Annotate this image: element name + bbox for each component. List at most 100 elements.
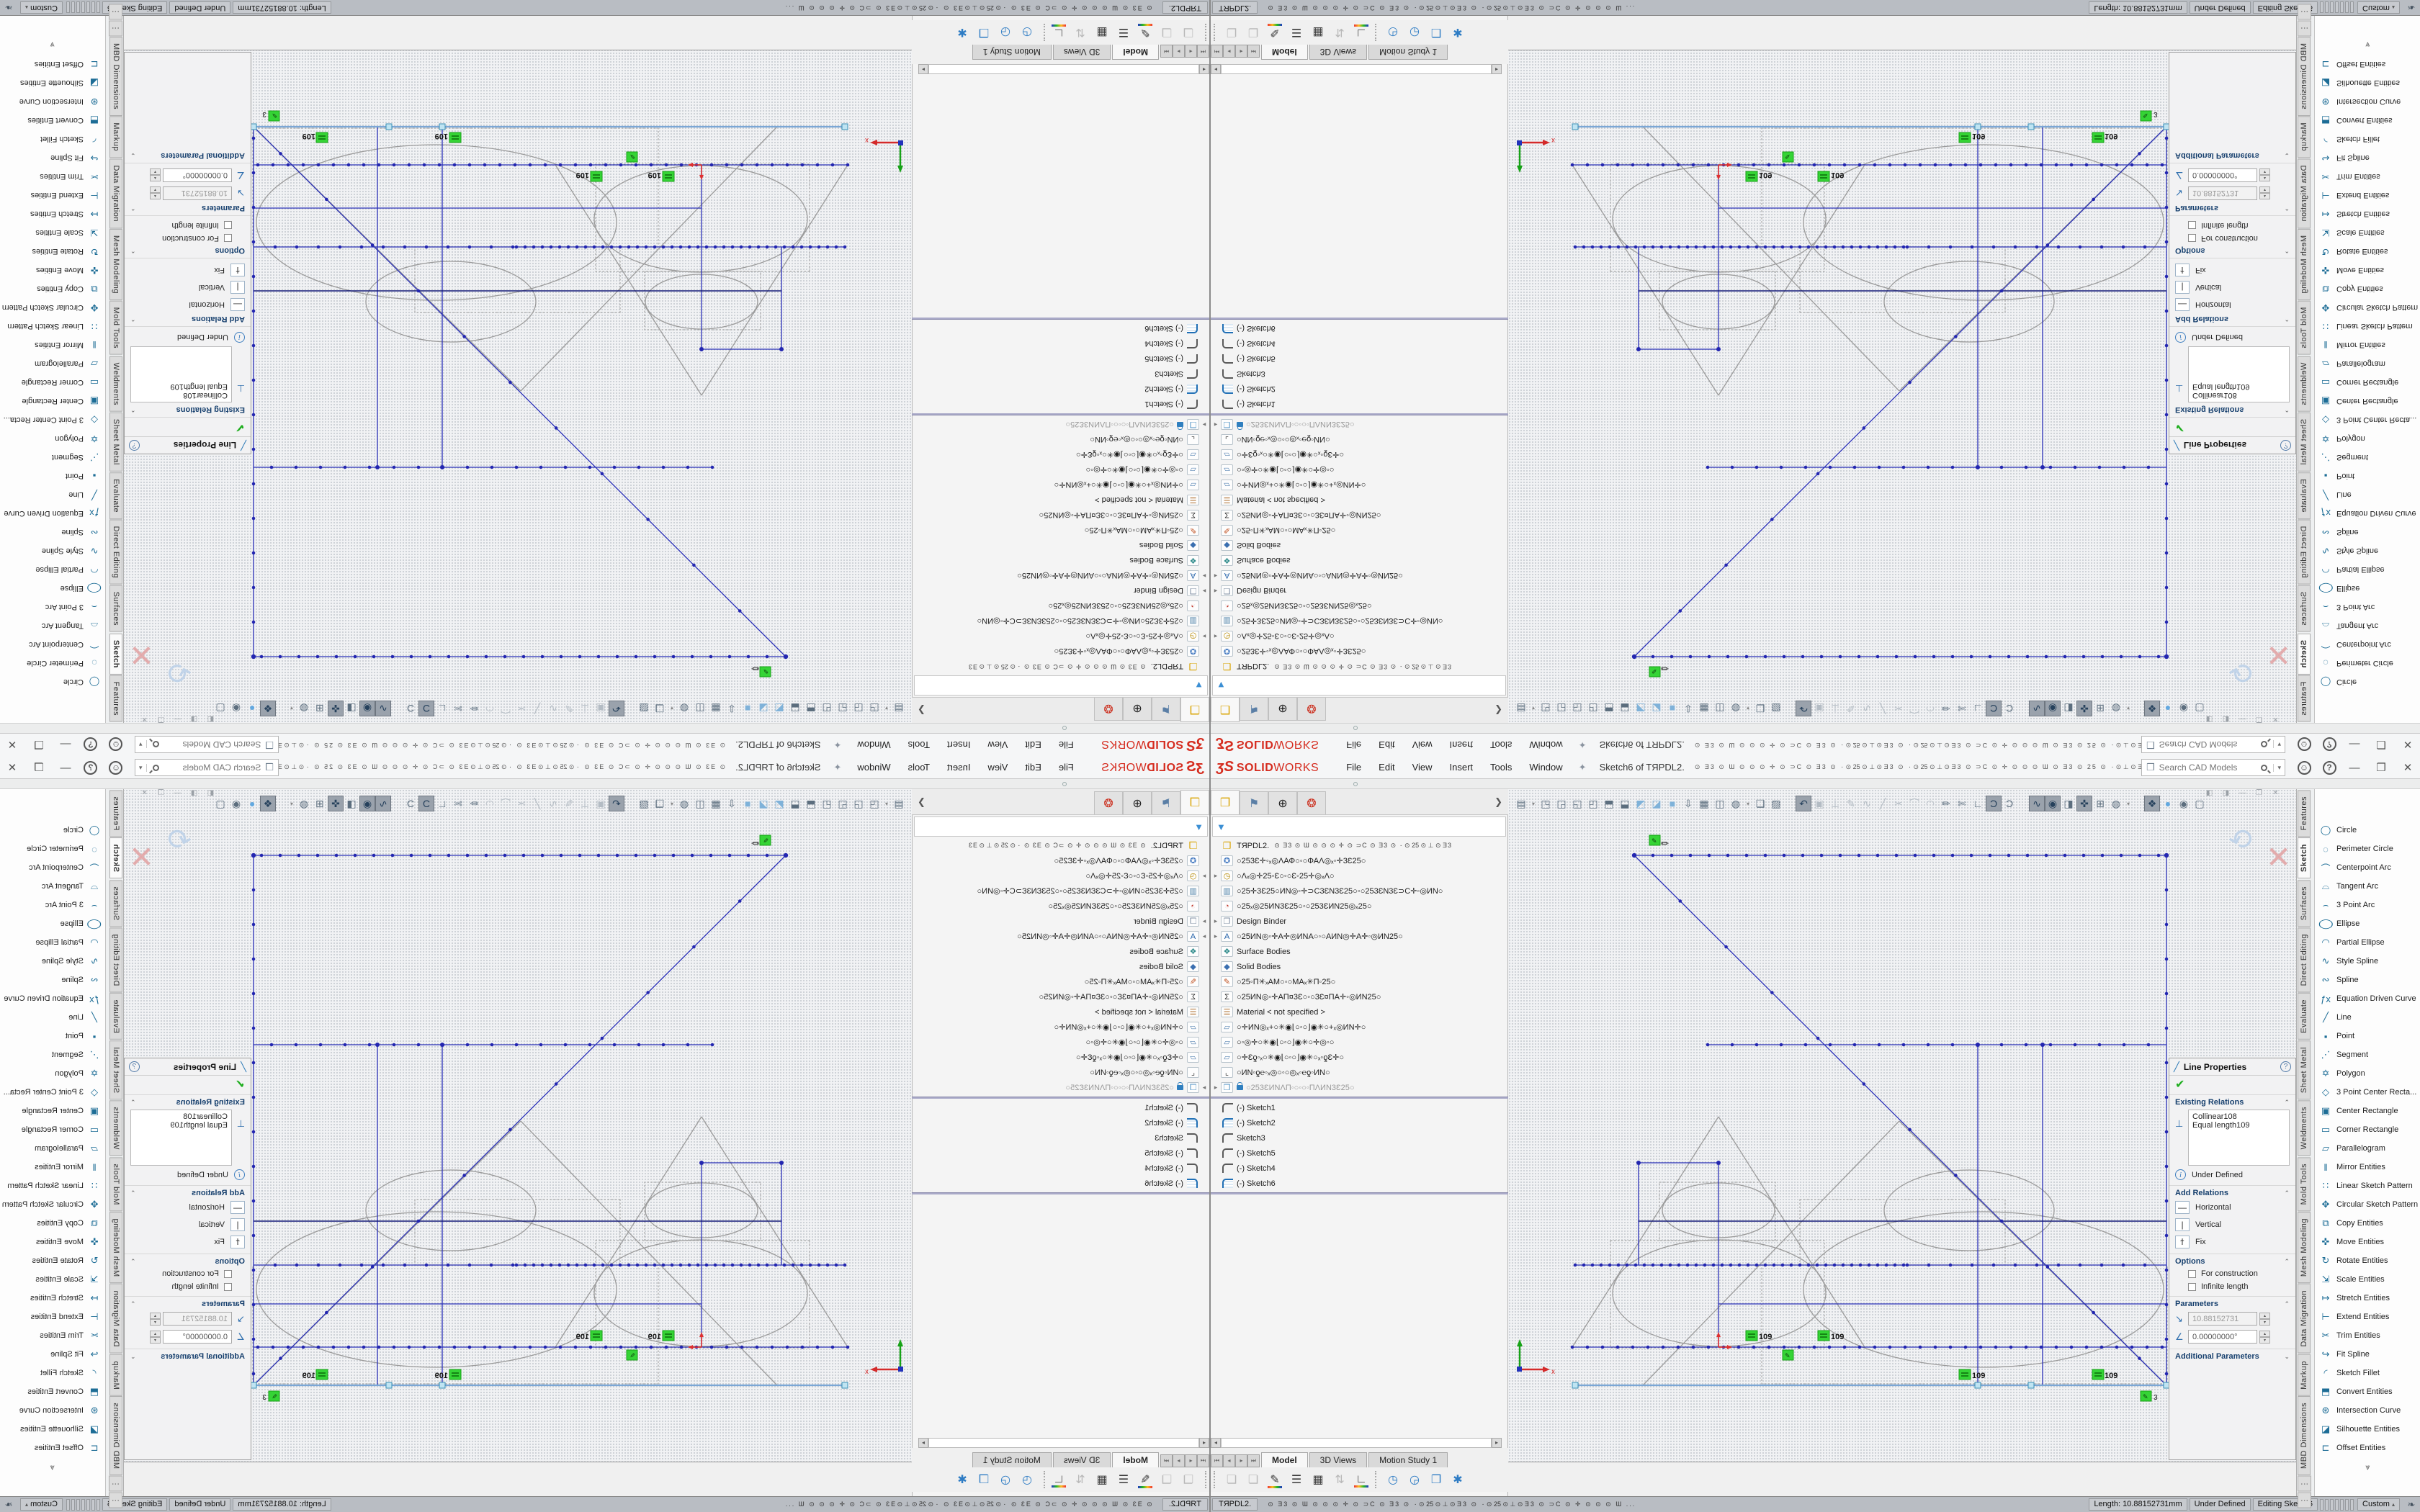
fix-relation-button[interactable]: ϯFix — [2169, 1233, 2295, 1251]
tool-offset-entities[interactable]: ⊏Offset Entities — [0, 55, 105, 73]
sketch-pencil-icon[interactable]: ✏ — [1938, 796, 1954, 811]
equal-relation-badge[interactable]: 109 — [2092, 132, 2118, 143]
next-doc-icon[interactable]: ◨ — [2218, 789, 2234, 799]
scissors-icon[interactable]: ✄ — [450, 701, 466, 716]
equal-relation-badge[interactable]: 109 — [648, 1331, 674, 1341]
corner-step-icon[interactable]: ∟ — [1048, 1473, 1070, 1486]
point-eye-icon[interactable]: ◉ — [359, 701, 375, 716]
shadow-tree-icon[interactable]: ◍ — [296, 701, 312, 716]
pencil-badge-with-count[interactable]: ✎ 3 — [2141, 1391, 2158, 1402]
tool-tangent-arc[interactable]: ⌓Tangent Arc — [0, 616, 105, 635]
shadow-tree-icon[interactable]: ◍ — [296, 796, 312, 811]
tool-trim-entities[interactable]: ✂Trim Entities — [0, 1326, 105, 1345]
equal-relation-badge[interactable]: 109 — [1818, 1331, 1844, 1341]
gray-ball-icon[interactable]: ◉ — [2176, 701, 2192, 716]
tree-item-origin[interactable]: ⌞○ИN◦ƍ℮◦ₓ◎○◦○◎ₓ◦℮ƍ◦ИN○ — [1211, 1065, 1508, 1080]
tab-features[interactable]: Features — [109, 790, 122, 837]
angle-param[interactable]: ∠0.00000000°▴▾ — [2169, 166, 2295, 184]
relation-badges[interactable]: 109 109 109 — [262, 835, 771, 1402]
tool-offset-entities[interactable]: ⊏Offset Entities — [2315, 55, 2420, 73]
tree-item-origin[interactable]: ⌞○ИN◦ƍ℮◦ₓ◎○◦○◎ₓ◦℮ƍ◦ИN○ — [912, 1065, 1209, 1080]
view-cube-3-icon[interactable]: ◱ — [835, 796, 851, 811]
zebra-icon[interactable]: ▨ — [636, 796, 652, 811]
menu-item-window[interactable]: Window — [1520, 759, 1571, 775]
search-dropdown-icon[interactable]: ▾ — [2273, 741, 2285, 749]
tree-item-locked-folder[interactable]: ▸❒○253ƐИNɅΠ◦○◦○◦ΠɅИN3Ɛ25○ — [1211, 1080, 1508, 1095]
sketch-c-icon[interactable]: Ɔ — [418, 796, 434, 811]
tool-extend-entities[interactable]: ⊢Extend Entities — [0, 1308, 105, 1326]
sketch-c-icon[interactable]: Ɔ — [1986, 796, 2002, 811]
tool-polygon[interactable]: ✡Polygon — [0, 1064, 105, 1083]
tool-3-point-arc[interactable]: ⌢3 Point Arc — [2315, 598, 2420, 616]
tree-item-history[interactable]: ✪○253Ɛ✛◦ₓ◎ɅΑΦ○◦○ΦΑɅ◎ₓ◦✛3Ɛ25○ — [1211, 644, 1508, 659]
tool-center-rectangle[interactable]: ▣Center Rectangle — [2315, 1102, 2420, 1120]
scissors-icon[interactable]: ✄ — [450, 796, 466, 811]
play-doc-icon[interactable]: ▤ — [1513, 796, 1529, 811]
search-dropdown-icon[interactable]: ▾ — [135, 741, 147, 749]
gray-ball-icon[interactable]: ◉ — [228, 701, 244, 716]
length-param-value[interactable]: 10.88152731 — [2188, 186, 2257, 200]
checkbox-icon[interactable] — [2188, 222, 2196, 230]
hscroll-track[interactable] — [928, 64, 1199, 74]
model-tab-nav-icon[interactable]: ◂ — [1185, 1454, 1197, 1467]
collapse-up-icon[interactable]: ⌃ — [2284, 204, 2290, 212]
dropdown-icon[interactable]: ▾ — [1529, 701, 1538, 716]
partial-arc-icon[interactable]: ◠ — [1922, 701, 1938, 716]
tool-trim-entities[interactable]: ✂Trim Entities — [0, 167, 105, 186]
tool-ellipse[interactable]: ◯Ellipse — [2315, 914, 2420, 933]
restore-button[interactable]: ❐ — [30, 758, 48, 777]
menu-item-file[interactable]: File — [1050, 759, 1083, 775]
spinner-down-icon[interactable]: ▾ — [2259, 169, 2270, 176]
tree-item-sketch[interactable]: Sketch3 — [912, 366, 1209, 382]
arrows-eye-icon[interactable]: ✜ — [2076, 701, 2092, 716]
cancel-sketch-icon[interactable]: ✕ — [129, 637, 154, 672]
iso-cube-2-icon[interactable]: ◪ — [1649, 796, 1664, 811]
tool-equation-driven-curve[interactable]: ƒxEquation Driven Curve — [2315, 989, 2420, 1008]
tool-silhouette-entities[interactable]: ◪Silhouette Entities — [2315, 1420, 2420, 1439]
option-infinite-length[interactable]: Infinite length — [2169, 219, 2295, 232]
tree-item-locked-folder[interactable]: ▸❒○253ƐИNɅΠ◦○◦○◦ΠɅИN3Ɛ25○ — [912, 1080, 1209, 1095]
tool-scale-entities[interactable]: ⇲Scale Entities — [0, 223, 105, 242]
tree-item-sensors[interactable]: ▸◷○Ʌₓ◎✛25◦Ɛ○◦○Ɛ◦25✛◎ₓɅ○ — [1211, 629, 1508, 644]
tree-item-equations[interactable]: Σ○25ИN◎◦✛ΑΠ¤3Ɛ○◦○3Ɛ¤ΠΑ✛◦◎ИN25○ — [912, 508, 1209, 523]
sketch-3d-icon[interactable]: Ɔ — [2002, 701, 2017, 716]
tab-⋮[interactable]: ⋮ — [109, 4, 122, 20]
dropdown2-icon[interactable]: ▾ — [668, 701, 676, 716]
tool-3-point-center-recta-[interactable]: ◇3 Point Center Recta... — [2315, 410, 2420, 429]
sketch-lines[interactable] — [1572, 855, 2166, 1385]
tree-split-divider[interactable] — [1211, 318, 1508, 320]
tree-item-history[interactable]: ✪○253Ɛ✛◦ₓ◎ɅΑΦ○◦○ΦΑɅ◎ₓ◦✛3Ɛ25○ — [912, 853, 1209, 868]
view-cube-1-icon[interactable]: ◳ — [866, 701, 882, 716]
equal-relation-badge[interactable]: 109 — [576, 1331, 602, 1341]
restore-button[interactable]: ❐ — [2372, 758, 2390, 777]
hscroll-track[interactable] — [1221, 64, 1492, 74]
tool-circle[interactable]: ◯Circle — [0, 821, 105, 840]
toolbar-drag-grip[interactable] — [1214, 24, 1218, 41]
section-lines-icon[interactable]: ☰ — [1286, 1472, 1307, 1487]
iso-cube-3-icon[interactable]: ■ — [740, 796, 756, 811]
view-cube-6-icon[interactable]: ⬓ — [787, 796, 803, 811]
option-for-construction[interactable]: For construction — [2169, 1267, 2295, 1280]
spline-icon[interactable]: ∿ — [545, 796, 561, 811]
tool-style-spline[interactable]: ∿Style Spline — [2315, 541, 2420, 560]
trim-icon[interactable]: ✂ — [514, 796, 529, 811]
tool-style-spline[interactable]: ∿Style Spline — [0, 541, 105, 560]
plane-eye-icon[interactable]: ◨ — [344, 701, 359, 716]
collapse-up-icon[interactable]: ⌃ — [2284, 247, 2290, 255]
cancel-sketch-icon[interactable]: ✕ — [2266, 840, 2291, 875]
tool-ellipse[interactable]: ◯Ellipse — [0, 914, 105, 933]
tree-split-divider[interactable] — [912, 413, 1209, 415]
tool-partial-ellipse[interactable]: ◠Partial Ellipse — [2315, 933, 2420, 952]
expand-arrow-icon[interactable]: ▸ — [1211, 1084, 1221, 1092]
section-view-icon[interactable]: ◫ — [1712, 701, 1728, 716]
display-pages-icon[interactable]: ❏ — [1221, 25, 1242, 40]
dimxpertmanager-tab[interactable]: ❂ — [1094, 791, 1123, 814]
configurationmanager-tab[interactable]: ⊕ — [1123, 791, 1152, 814]
tool-convert-entities[interactable]: ⬒Convert Entities — [2315, 111, 2420, 130]
view-cube-5-icon[interactable]: ⬒ — [803, 796, 819, 811]
length-param[interactable]: ↘10.88152731▴▾ — [2169, 1310, 2295, 1328]
angle-param[interactable]: ∠0.00000000°▴▾ — [2169, 1328, 2295, 1346]
view-cube-5-icon[interactable]: ⬒ — [1601, 701, 1617, 716]
tree-item-surface-bodies[interactable]: ❖Surface Bodies — [1211, 944, 1508, 959]
status-custom-dropdown[interactable]: Custom ▴ — [20, 1498, 63, 1511]
